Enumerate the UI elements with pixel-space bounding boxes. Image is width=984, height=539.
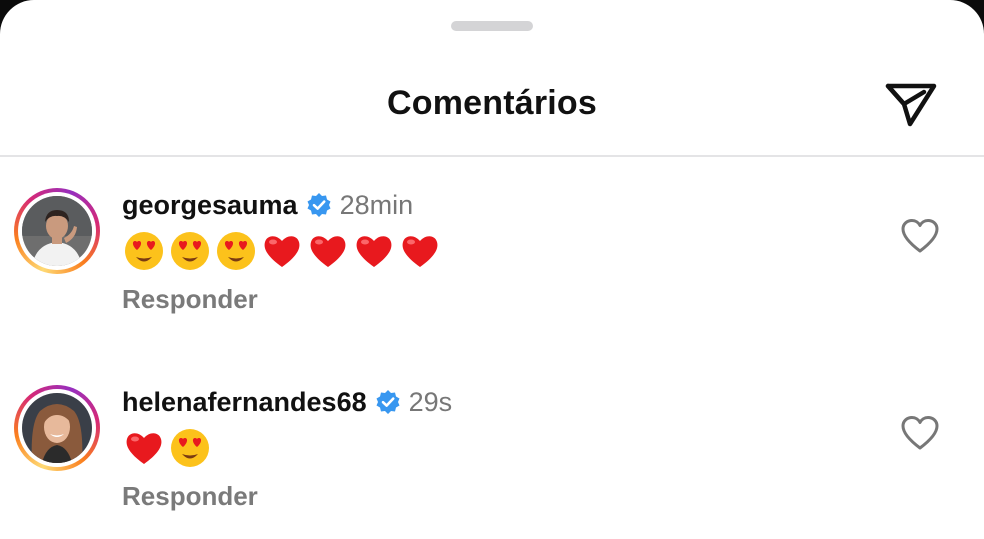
reply-button[interactable]: Responder (122, 481, 258, 512)
red-heart-emoji-icon (126, 433, 162, 464)
red-heart-emoji-icon (402, 236, 438, 267)
paper-plane-icon (885, 83, 937, 127)
comments-header: Comentários (0, 60, 984, 157)
heart-eyes-emoji-icon (125, 232, 163, 270)
red-heart-emoji-icon (356, 236, 392, 267)
red-heart-emoji-icon (264, 236, 300, 267)
drag-handle[interactable] (451, 21, 533, 31)
avatar[interactable] (14, 188, 100, 274)
avatar[interactable] (14, 385, 100, 471)
heart-outline-icon (901, 219, 939, 253)
page-title: Comentários (386, 84, 598, 122)
comment-timestamp: 28min (339, 189, 414, 220)
comment-meta: georgesauma 28min (122, 188, 413, 222)
comment-username[interactable]: georgesauma (122, 190, 298, 221)
heart-eyes-emoji-icon (171, 429, 209, 467)
comments-sheet: Comentários georgesauma 28min Responder … (0, 0, 984, 539)
heart-outline-icon (901, 416, 939, 450)
like-button[interactable] (900, 415, 940, 451)
heart-eyes-emoji-icon (217, 232, 255, 270)
reply-button[interactable]: Responder (122, 284, 258, 315)
avatar-photo (22, 196, 92, 266)
comment-meta: helenafernandes68 29s (122, 385, 452, 419)
comment-text (124, 425, 216, 471)
comment-username[interactable]: helenafernandes68 (122, 387, 367, 418)
comment-item: georgesauma 28min Responder (0, 188, 984, 328)
comment-text (124, 228, 446, 274)
verified-badge-icon (376, 390, 400, 414)
comment-item: helenafernandes68 29s Responder (0, 385, 984, 525)
avatar-photo (22, 393, 92, 463)
comment-timestamp: 29s (408, 386, 453, 417)
verified-badge-icon (307, 193, 331, 217)
share-button[interactable] (882, 80, 940, 130)
red-heart-emoji-icon (310, 236, 346, 267)
like-button[interactable] (900, 218, 940, 254)
heart-eyes-emoji-icon (171, 232, 209, 270)
